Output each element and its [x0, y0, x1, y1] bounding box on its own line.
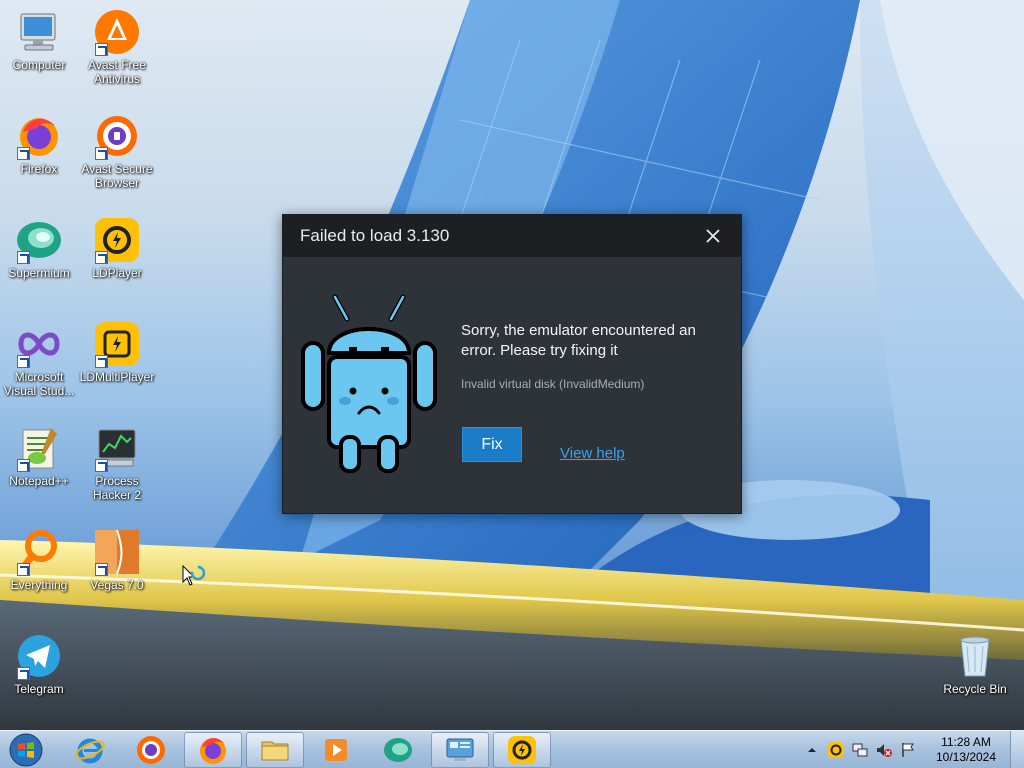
shortcut-arrow-icon [95, 459, 108, 472]
system-tray: 11:28 AM 10/13/2024 [800, 731, 1024, 768]
firefox-icon [200, 738, 226, 764]
desktop-icon-telegram[interactable]: Telegram [0, 632, 78, 696]
supermium-icon [384, 738, 412, 762]
tray-action-center[interactable] [897, 739, 919, 761]
tray-volume[interactable] [873, 739, 895, 761]
desktop-icon-avast-antivirus[interactable]: Avast Free Antivirus [78, 8, 156, 86]
shortcut-arrow-icon [17, 251, 30, 264]
shortcut-arrow-icon [17, 355, 30, 368]
desktop-icon-process-hacker[interactable]: Process Hacker 2 [78, 424, 156, 502]
network-icon [852, 743, 868, 757]
taskbar-item-internet-explorer[interactable] [61, 732, 119, 768]
taskbar-item-control-panel[interactable] [431, 732, 489, 768]
desktop-icon-label: Notepad++ [9, 474, 69, 488]
flag-icon [902, 743, 914, 757]
tray-network[interactable] [849, 739, 871, 761]
ldplayer-icon [828, 742, 844, 758]
taskbar-item-avast-browser[interactable] [122, 732, 180, 768]
taskbar-item-media-player[interactable] [307, 732, 365, 768]
avast-secure-browser-icon [137, 736, 165, 764]
desktop-icon-ldplayer[interactable]: LDPlayer [78, 216, 156, 280]
show-desktop-button[interactable] [1010, 731, 1024, 768]
chevron-up-icon [808, 748, 816, 752]
start-button[interactable] [6, 732, 46, 768]
error-dialog: Failed to load 3.130 Sorry, the emulator… [282, 214, 742, 514]
fix-button[interactable]: Fix [462, 427, 522, 462]
desktop-icon-firefox[interactable]: Firefox [0, 112, 78, 176]
shortcut-arrow-icon [17, 147, 30, 160]
sad-android-illustration [301, 294, 437, 473]
desktop-icon-ldmultiplayer[interactable]: LDMultiPlayer [78, 320, 156, 384]
desktop-icon-vegas[interactable]: Vegas 7.0 [78, 528, 156, 592]
desktop-icon-label: Avast Secure Browser [81, 162, 153, 190]
shortcut-arrow-icon [95, 355, 108, 368]
desktop-icon-visual-studio[interactable]: Microsoft Visual Stud... [0, 320, 78, 398]
control-panel-icon [446, 738, 474, 761]
ldplayer-icon [508, 736, 536, 764]
desktop-icon-label: Vegas 7.0 [90, 578, 144, 592]
desktop-icon-label: Everything [10, 578, 68, 592]
tray-ldplayer[interactable] [825, 739, 847, 761]
close-button[interactable] [702, 225, 724, 247]
desktop-icon-label: LDPlayer [92, 266, 142, 280]
shortcut-arrow-icon [95, 147, 108, 160]
taskbar-item-firefox[interactable] [184, 732, 242, 768]
taskbar: 11:28 AM 10/13/2024 [0, 730, 1024, 768]
taskbar-item-ldplayer[interactable] [493, 732, 551, 768]
recycle-bin-icon [960, 636, 990, 677]
busy-cursor-icon [182, 565, 206, 586]
view-help-link[interactable]: View help [560, 445, 625, 462]
desktop-icon-label: Process Hacker 2 [92, 474, 142, 502]
shortcut-arrow-icon [95, 563, 108, 576]
clock[interactable]: 11:28 AM 10/13/2024 [926, 735, 1006, 765]
volume-muted-icon [877, 744, 892, 757]
shortcut-arrow-icon [17, 667, 30, 680]
dialog-header: Failed to load 3.130 [283, 215, 741, 257]
desktop-icon-label: Microsoft Visual Stud... [3, 370, 75, 398]
desktop-icon-label: Avast Free Antivirus [88, 58, 146, 86]
taskbar-item-explorer[interactable] [246, 732, 304, 768]
error-message: Sorry, the emulator encountered an error… [461, 322, 696, 359]
dialog-title: Failed to load 3.130 [300, 226, 450, 245]
close-icon [706, 229, 720, 243]
desktop-icon-label: Supermium [8, 266, 70, 280]
clock-time: 11:28 AM [941, 735, 991, 749]
show-hidden-icons-button[interactable] [801, 739, 823, 761]
error-detail: Invalid virtual disk (InvalidMedium) [461, 377, 645, 391]
shortcut-arrow-icon [95, 251, 108, 264]
clock-date: 10/13/2024 [935, 750, 997, 764]
desktop-icon-label: Firefox [20, 162, 58, 176]
media-player-icon [325, 739, 347, 761]
desktop-icon-supermium[interactable]: Supermium [0, 216, 78, 280]
desktop-icon-everything[interactable]: Everything [0, 528, 78, 592]
desktop-icon-notepadpp[interactable]: Notepad++ [0, 424, 78, 488]
shortcut-arrow-icon [95, 43, 108, 56]
desktop-icon-label: LDMultiPlayer [79, 370, 155, 384]
desktop-icon-label: Computer [12, 58, 66, 72]
desktop-icon-avast-browser[interactable]: Avast Secure Browser [78, 112, 156, 190]
shortcut-arrow-icon [17, 459, 30, 472]
computer-icon [20, 13, 56, 51]
taskbar-item-supermium[interactable] [369, 732, 427, 768]
internet-explorer-icon [75, 738, 105, 764]
desktop-icon-recycle-bin[interactable]: Recycle Bin [936, 632, 1014, 696]
shortcut-arrow-icon [17, 563, 30, 576]
desktop-icon-label: Recycle Bin [943, 682, 1007, 696]
desktop-icon-label: Telegram [14, 682, 64, 696]
folder-icon [261, 741, 289, 761]
desktop-icon-computer[interactable]: Computer [0, 8, 78, 72]
windows-logo-icon [9, 733, 43, 767]
